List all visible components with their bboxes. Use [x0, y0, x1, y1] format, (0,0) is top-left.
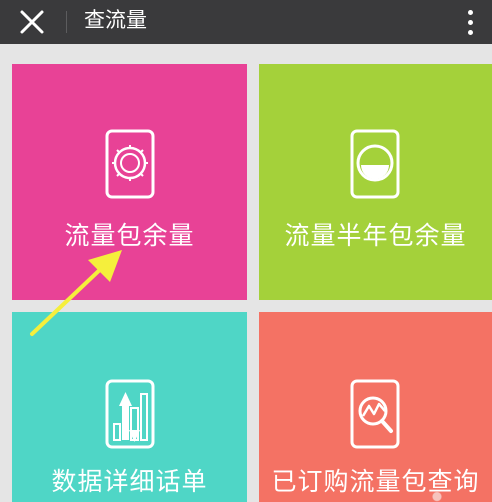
tile-data-package-balance[interactable]: 流量包余量 — [12, 64, 247, 300]
tile-label: 流量包余量 — [64, 221, 195, 250]
tile-subscribed-package-query[interactable]: 已订购流量包查询 — [259, 312, 492, 502]
bar-chart-arrows-icon — [105, 379, 155, 449]
safe-dial-icon — [105, 129, 155, 199]
tile-label: 已订购流量包查询 — [271, 467, 480, 496]
page-title: 查流量 — [84, 8, 147, 32]
tile-detailed-data-records[interactable]: 数据详细话单 — [12, 312, 247, 502]
tile-label: 流量半年包余量 — [284, 221, 467, 250]
magnifier-chart-icon — [350, 379, 400, 449]
scroll-indicator — [422, 484, 452, 502]
close-icon[interactable] — [8, 0, 56, 44]
header-divider — [66, 11, 67, 33]
top-bar: 查流量 — [0, 0, 492, 44]
half-gauge-icon — [350, 129, 400, 199]
tile-half-year-package-balance[interactable]: 流量半年包余量 — [259, 64, 492, 300]
tile-label: 数据详细话单 — [51, 467, 208, 496]
more-vertical-icon[interactable] — [452, 0, 488, 44]
